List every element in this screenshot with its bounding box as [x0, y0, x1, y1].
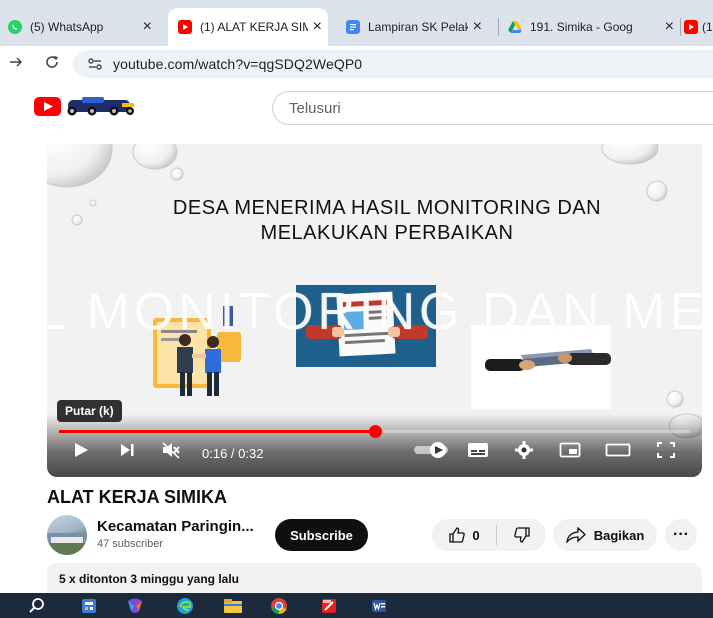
video-player[interactable]: DESA MENERIMA HASIL MONITORING DAN MELAK…	[47, 144, 702, 477]
slide-title-line-1: DESA MENERIMA HASIL MONITORING DAN	[172, 197, 602, 219]
fullscreen-icon	[656, 441, 676, 464]
channel-name[interactable]: Kecamatan Paringin...	[97, 518, 254, 535]
calendar-app-icon[interactable]	[78, 595, 100, 617]
share-icon	[565, 527, 586, 543]
description-box[interactable]: 5 x ditonton 3 minggu yang lalu	[47, 563, 702, 593]
tab-title: (1) ALAT KERJA SIM	[200, 20, 308, 34]
word-icon[interactable]	[368, 595, 390, 617]
next-button[interactable]	[115, 440, 139, 464]
autoplay-toggle-icon	[412, 441, 450, 464]
share-button[interactable]: Bagikan	[553, 519, 657, 551]
slide-title-line-2: MELAKUKAN PERBAIKAN	[260, 222, 514, 244]
close-tab-icon[interactable]: ×	[143, 19, 152, 35]
progress-bar[interactable]	[59, 425, 690, 438]
thumbs-down-icon	[513, 526, 531, 544]
windows-taskbar	[0, 593, 713, 618]
thumbs-up-icon	[448, 526, 466, 544]
edge-browser-icon[interactable]	[174, 595, 196, 617]
youtube-icon	[684, 20, 698, 34]
close-tab-icon[interactable]: ×	[313, 19, 322, 35]
pdf-editor-icon[interactable]	[318, 595, 340, 617]
time-display: 0:16 / 0:32	[202, 446, 264, 461]
file-explorer-icon[interactable]	[222, 595, 244, 617]
slide-title: DESA MENERIMA HASIL MONITORING DAN MELAK…	[107, 196, 667, 246]
microsoft-365-icon[interactable]	[124, 595, 146, 617]
tab-youtube-active[interactable]: (1) ALAT KERJA SIM ×	[168, 8, 328, 46]
autoplay-toggle[interactable]	[411, 440, 451, 464]
subscribe-button[interactable]: Subscribe	[275, 519, 368, 551]
close-tab-icon[interactable]: ×	[473, 19, 482, 35]
tab-title: (5) WhatsApp	[30, 20, 104, 34]
play-tooltip: Putar (k)	[57, 400, 122, 422]
like-button[interactable]: 0	[432, 519, 496, 551]
subscriber-count: 47 subscriber	[97, 538, 164, 550]
search-input[interactable]: Telusuri	[272, 91, 713, 125]
search-placeholder: Telusuri	[289, 99, 341, 117]
video-title: ALAT KERJA SIMIKA	[47, 487, 227, 507]
drive-icon	[508, 20, 522, 34]
chrome-icon[interactable]	[268, 595, 290, 617]
tab-title: (1)	[702, 20, 713, 34]
view-count-date: 5 x ditonton 3 minggu yang lalu	[59, 572, 240, 586]
volume-muted-icon	[161, 441, 181, 464]
site-info-icon[interactable]	[87, 57, 103, 71]
tab-whatsapp[interactable]: (5) WhatsApp ×	[8, 8, 158, 46]
tab-separator	[498, 18, 499, 36]
scrolling-overlay-text: L MONITORING DAN ME	[47, 283, 702, 341]
play-icon	[72, 441, 90, 464]
miniplayer-button[interactable]	[557, 440, 583, 464]
dislike-button[interactable]	[498, 519, 546, 551]
progress-scrubber[interactable]	[369, 425, 382, 438]
subtitles-icon	[467, 441, 489, 464]
mute-button[interactable]	[159, 440, 183, 464]
url-field[interactable]: youtube.com/watch?v=qgSDQ2WeQP0	[73, 50, 713, 78]
youtube-header: Telusuri	[0, 82, 713, 130]
like-count: 0	[472, 527, 480, 543]
tab-lampiran[interactable]: Lampiran SK Pelak ×	[338, 8, 488, 46]
subtitles-button[interactable]	[465, 440, 491, 464]
theater-mode-icon	[605, 441, 631, 464]
share-label: Bagikan	[593, 527, 645, 543]
forward-icon[interactable]	[8, 54, 24, 75]
like-separator	[496, 525, 497, 545]
next-icon	[118, 441, 136, 464]
tab-title: Lampiran SK Pelak	[368, 20, 468, 34]
close-tab-icon[interactable]: ×	[665, 19, 674, 35]
tab-separator	[680, 18, 681, 36]
browser-tab-strip: (5) WhatsApp × (1) ALAT KERJA SIM × Lamp…	[0, 0, 713, 46]
channel-avatar[interactable]	[47, 515, 87, 555]
miniplayer-icon	[559, 441, 581, 464]
tab-youtube-2[interactable]: (1)	[684, 8, 713, 46]
gear-icon	[514, 440, 534, 465]
more-actions-button[interactable]: ···	[665, 519, 697, 551]
tab-simika-drive[interactable]: 191. Simika - Goog ×	[508, 8, 680, 46]
youtube-logo[interactable]	[34, 95, 144, 122]
like-dislike-group: 0	[432, 519, 546, 551]
settings-button[interactable]	[511, 440, 537, 464]
play-button[interactable]	[69, 440, 93, 464]
youtube-icon	[178, 20, 192, 34]
whatsapp-icon	[8, 20, 22, 34]
tab-title: 191. Simika - Goog	[530, 20, 633, 34]
address-bar-row: youtube.com/watch?v=qgSDQ2WeQP0	[0, 46, 713, 82]
search-icon[interactable]	[26, 595, 48, 617]
theater-mode-button[interactable]	[603, 440, 633, 464]
reload-icon[interactable]	[44, 54, 60, 75]
fullscreen-button[interactable]	[653, 440, 679, 464]
url-text: youtube.com/watch?v=qgSDQ2WeQP0	[113, 56, 363, 72]
progress-played	[59, 430, 375, 433]
docs-icon	[346, 20, 360, 34]
